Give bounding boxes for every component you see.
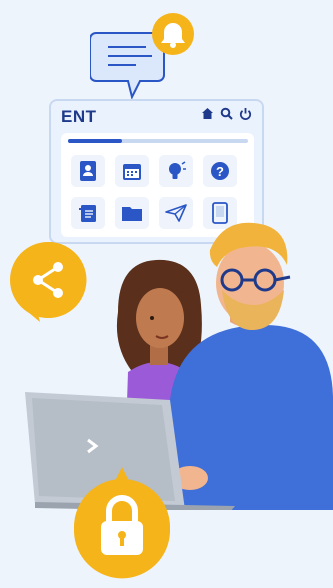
svg-text:?: ? bbox=[216, 164, 224, 179]
idea-icon bbox=[169, 161, 186, 179]
bell-icon bbox=[152, 13, 194, 55]
calendar-icon bbox=[123, 164, 141, 180]
search-icon[interactable] bbox=[220, 107, 233, 120]
progress-bar bbox=[68, 139, 248, 143]
contacts-tile[interactable] bbox=[71, 155, 105, 187]
app-grid: ? bbox=[71, 155, 247, 229]
help-tile[interactable]: ? bbox=[203, 155, 237, 187]
calendar-tile[interactable] bbox=[115, 155, 149, 187]
power-icon[interactable] bbox=[239, 107, 252, 120]
illustration: ENT ? bbox=[0, 0, 333, 588]
progress-fill bbox=[68, 139, 122, 143]
panel-title: ENT bbox=[61, 107, 97, 126]
home-icon[interactable] bbox=[201, 107, 214, 120]
idea-tile[interactable] bbox=[159, 155, 193, 187]
contacts-icon bbox=[80, 161, 96, 181]
panel-toolbar bbox=[201, 107, 252, 120]
lock-icon bbox=[74, 467, 170, 579]
help-icon: ? bbox=[211, 162, 229, 180]
